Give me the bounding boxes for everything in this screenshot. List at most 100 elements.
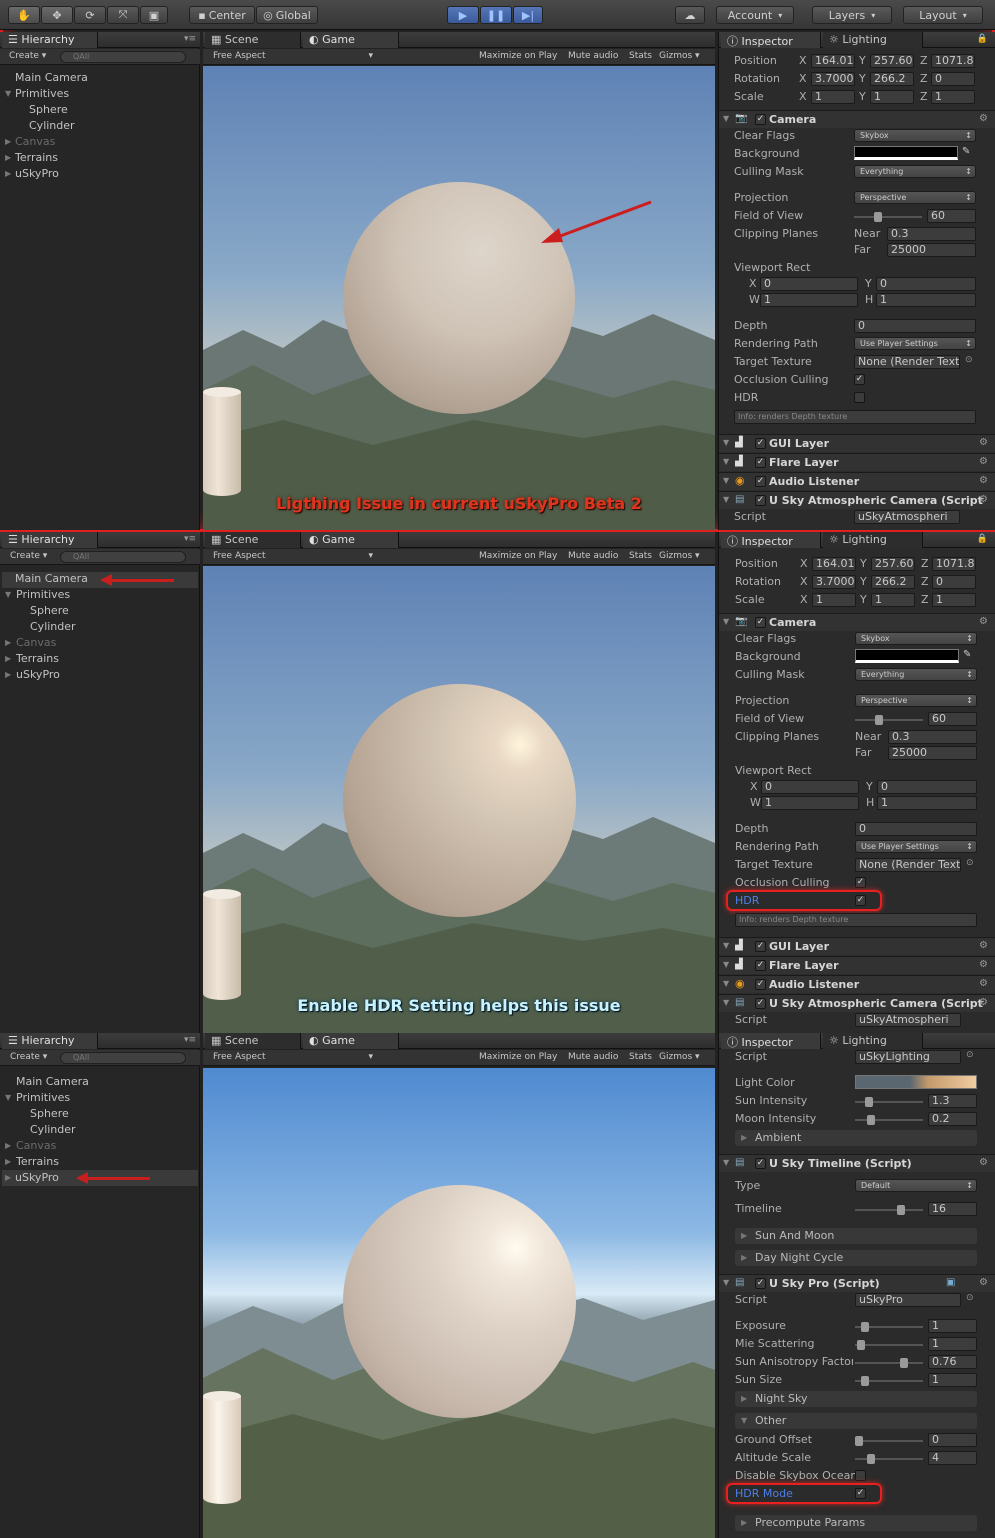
account-dropdown[interactable]: Account ▾ (716, 6, 794, 24)
depth-field[interactable]: 0 (854, 319, 976, 333)
collapsed-triangle-icon[interactable]: ▶ (5, 1141, 11, 1150)
gui-enabled-checkbox[interactable]: ✓ (755, 438, 766, 449)
gear-icon[interactable]: ⚙ (979, 437, 988, 448)
flare-enabled-checkbox[interactable]: ✓ (755, 960, 766, 971)
gizmos-dropdown[interactable]: Gizmos ▾ (659, 51, 700, 63)
foldout-arrow-icon[interactable]: ▼ (723, 960, 729, 969)
gui-layer-component-header[interactable]: ▼ ▟ ✓ GUI Layer ⚙ (719, 434, 995, 452)
collapsed-triangle-icon[interactable]: ▶ (5, 654, 11, 663)
near-field[interactable]: 0.3 (887, 227, 976, 241)
flare-layer-component-header[interactable]: ▼ ▟ ✓ Flare Layer ⚙ (719, 453, 995, 471)
skypro-enabled-checkbox[interactable]: ✓ (755, 1278, 766, 1289)
anisotropy-slider[interactable] (855, 1358, 923, 1368)
gear-icon[interactable]: ⚙ (979, 940, 988, 951)
create-button[interactable]: Create ▾ (9, 51, 46, 63)
aspect-dropdown[interactable]: Free Aspect ▾ (213, 551, 373, 563)
viewport-y-field[interactable]: 0 (877, 780, 977, 794)
gear-icon[interactable]: ⚙ (979, 978, 988, 989)
audio-enabled-checkbox[interactable]: ✓ (755, 476, 766, 487)
viewport-h-field[interactable]: 1 (876, 293, 976, 307)
rendering-path-dropdown[interactable]: Use Player Settings (854, 337, 976, 350)
gear-icon[interactable]: ⚙ (979, 959, 988, 970)
hierarchy-item[interactable]: Sphere (30, 604, 69, 617)
background-color-swatch[interactable] (855, 649, 959, 663)
hierarchy-item[interactable]: Sphere (29, 103, 68, 116)
atmos-camera-component-header[interactable]: ▼ ▤ ✓ U Sky Atmospheric Camera (Script ⚙ (719, 994, 995, 1012)
position-x-field[interactable]: 164.01 (812, 557, 856, 571)
camera-enabled-checkbox[interactable]: ✓ (755, 114, 766, 125)
skypro-component-header[interactable]: ▼ ▤ ✓ U Sky Pro (Script) ▣ ⚙ (719, 1274, 995, 1292)
fov-field[interactable]: 60 (928, 712, 977, 726)
viewport-x-field[interactable]: 0 (760, 277, 858, 291)
clear-flags-dropdown[interactable]: Skybox (855, 632, 977, 645)
hierarchy-item[interactable]: Canvas (15, 135, 55, 148)
viewport-w-field[interactable]: 1 (760, 293, 858, 307)
step-button[interactable]: ▶| (513, 6, 543, 24)
camera-component-header[interactable]: ▼ 📷 ✓ Camera ⚙ (719, 110, 995, 128)
sun-size-field[interactable]: 1 (928, 1373, 977, 1387)
hierarchy-item[interactable]: Terrains (16, 1155, 59, 1168)
timeline-field[interactable]: 16 (928, 1202, 977, 1216)
ambient-foldout[interactable]: ▶ Ambient (735, 1130, 977, 1146)
rendering-path-dropdown[interactable]: Use Player Settings (855, 840, 977, 853)
mute-toggle[interactable]: Mute audio (568, 1052, 618, 1064)
maximize-toggle[interactable]: Maximize on Play (479, 551, 557, 563)
tab-inspector[interactable]: ⓘ Inspector (721, 532, 821, 548)
hierarchy-item[interactable]: Main Camera (15, 71, 88, 84)
rotation-z-field[interactable]: 0 (931, 72, 975, 86)
sun-intensity-field[interactable]: 1.3 (928, 1094, 977, 1108)
flare-enabled-checkbox[interactable]: ✓ (755, 457, 766, 468)
moon-intensity-field[interactable]: 0.2 (928, 1112, 977, 1126)
hierarchy-item[interactable]: Canvas (16, 636, 56, 649)
hierarchy-item[interactable]: Terrains (16, 652, 59, 665)
tab-inspector[interactable]: ⓘ Inspector (721, 1033, 821, 1049)
position-y-field[interactable]: 257.60 (870, 54, 914, 68)
hierarchy-item[interactable]: Primitives (16, 1091, 70, 1104)
play-button[interactable]: ▶ (447, 6, 479, 24)
viewport-h-field[interactable]: 1 (877, 796, 977, 810)
scale-x-field[interactable]: 1 (811, 90, 855, 104)
scale-z-field[interactable]: 1 (932, 593, 976, 607)
gear-icon[interactable]: ⚙ (979, 997, 988, 1008)
slider-knob[interactable] (867, 1454, 875, 1464)
hdr-checkbox[interactable]: ✓ (855, 895, 866, 906)
hierarchy-item[interactable]: Cylinder (29, 119, 75, 132)
depth-field[interactable]: 0 (855, 822, 977, 836)
foldout-arrow-icon[interactable]: ▼ (723, 617, 729, 626)
expanded-triangle-icon[interactable]: ▼ (5, 1093, 11, 1102)
sun-and-moon-foldout[interactable]: ▶ Sun And Moon (735, 1228, 977, 1244)
foldout-arrow-icon[interactable]: ▼ (723, 998, 729, 1007)
tab-inspector[interactable]: ⓘ Inspector (721, 32, 821, 48)
mie-slider[interactable] (855, 1340, 923, 1350)
rect-tool-button[interactable]: ▣ (140, 6, 168, 24)
altitude-field[interactable]: 4 (928, 1451, 977, 1465)
position-z-field[interactable]: 1071.8 (931, 54, 975, 68)
lock-icon[interactable]: 🔒 (977, 534, 988, 544)
hierarchy-item[interactable]: Canvas (16, 1139, 56, 1152)
collapsed-triangle-icon[interactable]: ▶ (5, 153, 11, 162)
timeline-enabled-checkbox[interactable]: ✓ (755, 1158, 766, 1169)
precompute-foldout[interactable]: ▶ Precompute Params (735, 1515, 977, 1531)
clear-flags-dropdown[interactable]: Skybox (854, 129, 976, 142)
hierarchy-item[interactable]: Terrains (15, 151, 58, 164)
foldout-arrow-icon[interactable]: ▼ (723, 438, 729, 447)
tab-scene[interactable]: ▦ Scene (205, 1033, 301, 1049)
audio-listener-component-header[interactable]: ▼ ◉ ✓ Audio Listener ⚙ (719, 472, 995, 490)
other-foldout[interactable]: ▼ Other (735, 1413, 977, 1429)
night-sky-foldout[interactable]: ▶ Night Sky (735, 1391, 977, 1407)
atmos-enabled-checkbox[interactable]: ✓ (755, 495, 766, 506)
tab-hierarchy[interactable]: ☰ Hierarchy (2, 32, 98, 48)
moon-intensity-slider[interactable] (855, 1115, 923, 1125)
rotation-x-field[interactable]: 3.7000 (812, 575, 856, 589)
game-view[interactable] (203, 1068, 715, 1538)
hierarchy-item[interactable]: uSkyPro (16, 668, 60, 681)
camera-component-header[interactable]: ▼ 📷 ✓ Camera ⚙ (719, 613, 995, 631)
hierarchy-search-input[interactable]: QAll (60, 551, 186, 563)
script-field[interactable]: uSkyLighting (855, 1050, 961, 1064)
tab-game[interactable]: ◐ Game (303, 1033, 399, 1049)
stats-toggle[interactable]: Stats (629, 1052, 652, 1064)
layout-dropdown[interactable]: Layout ▾ (903, 6, 983, 24)
tab-hierarchy[interactable]: ☰ Hierarchy (2, 532, 98, 548)
panel-menu-icon[interactable]: ▾≡ (184, 534, 196, 544)
tab-scene[interactable]: ▦ Scene (205, 32, 301, 48)
